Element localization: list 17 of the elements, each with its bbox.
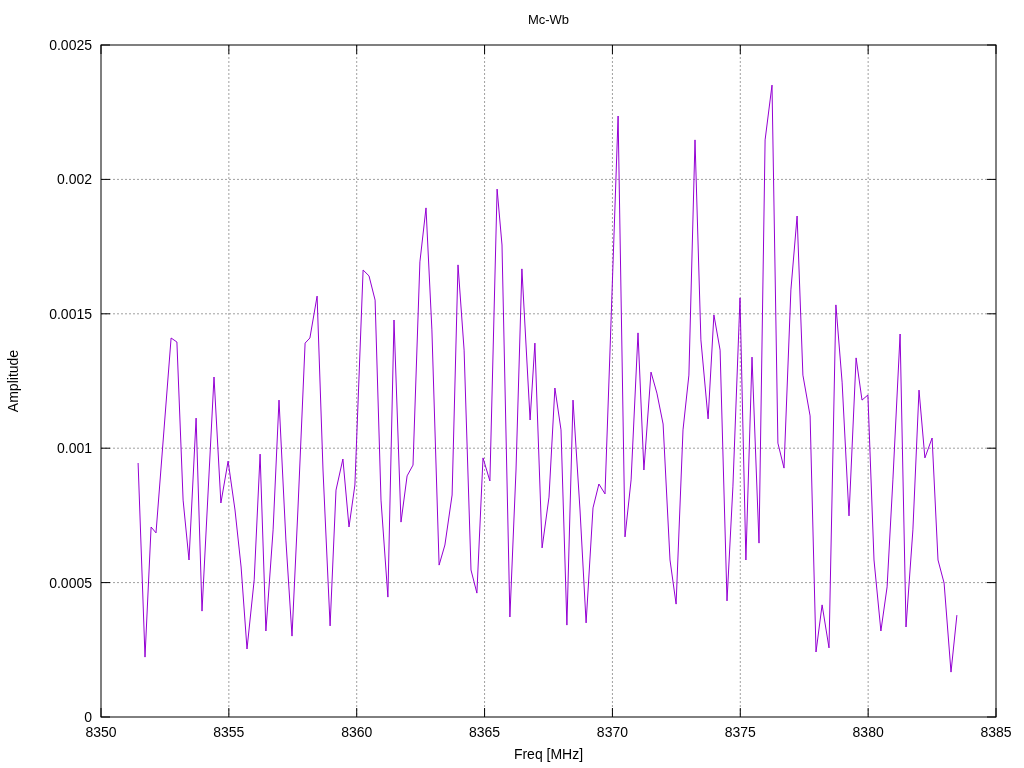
tick-label: 8355 xyxy=(213,724,245,740)
tick-label: 8380 xyxy=(852,724,884,740)
tick-label: 0 xyxy=(84,709,92,725)
tick-label: 8385 xyxy=(980,724,1012,740)
tick-label: 8370 xyxy=(596,724,628,740)
axis-label: Amplitude xyxy=(5,349,21,413)
tick-label: 0.001 xyxy=(56,440,92,457)
tick-label: 0.0015 xyxy=(49,305,92,322)
tick-label: 0.002 xyxy=(56,171,92,188)
tick-label: 8360 xyxy=(341,724,373,740)
chart-title: Mc-Wb xyxy=(527,12,570,27)
tick-label: 8350 xyxy=(85,724,117,740)
tick-label: 8365 xyxy=(469,724,501,740)
tick-label: 8375 xyxy=(724,724,756,740)
axis-label: Freq [MHz] xyxy=(513,746,584,762)
tick-label: 0.0005 xyxy=(49,574,92,591)
tick-label: 0.0025 xyxy=(49,37,92,53)
